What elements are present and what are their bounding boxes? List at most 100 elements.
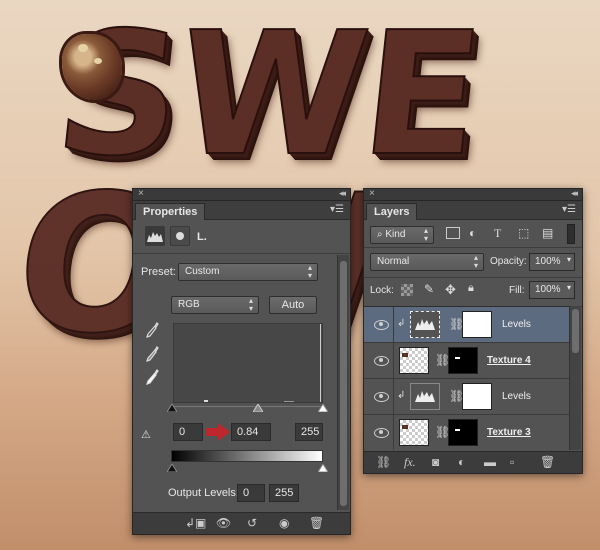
mask-thumbnail[interactable] [462, 311, 492, 338]
adjustment-layer-icon[interactable]: ◐ [458, 455, 465, 469]
histogram-bin [284, 401, 294, 402]
levels-icon[interactable] [145, 226, 165, 246]
layer-row[interactable]: ↲ ⛓︎ Levels [364, 307, 569, 343]
mask-thumbnail[interactable] [448, 419, 478, 446]
output-black-slider[interactable] [167, 464, 177, 472]
divider [393, 307, 394, 342]
collapse-icon[interactable]: ◂◂ [339, 188, 346, 199]
preset-dropdown[interactable]: Custom ▴ ▾ [178, 263, 318, 281]
properties-panel: × ◂◂ Properties ▾☰ L. Preset: Custom ▴ ▾ … [132, 188, 351, 535]
layer-thumbnail[interactable] [399, 419, 429, 446]
channel-dropdown[interactable]: RGB ▴ ▾ [171, 296, 259, 314]
new-group-icon[interactable]: ▬ [484, 455, 496, 469]
mask-thumbnail[interactable] [462, 383, 492, 410]
type-filter-icon[interactable]: T [494, 226, 501, 241]
close-icon[interactable]: × [138, 188, 144, 199]
clipping-arrow-icon: ↲ [397, 318, 406, 329]
output-black-field[interactable]: 0 [237, 484, 265, 502]
add-mask-icon[interactable]: ◙ [432, 455, 439, 469]
layer-name[interactable]: Levels [502, 391, 531, 402]
fx-icon[interactable]: fx. [404, 455, 416, 470]
clipping-arrow-icon: ↲ [397, 390, 406, 401]
properties-scrollbar[interactable] [337, 255, 349, 510]
layers-tab-row: Layers ▾☰ [364, 201, 582, 220]
chevron-down-icon[interactable]: ▾ [567, 283, 571, 292]
chevron-down-icon[interactable]: ▾ [567, 255, 571, 264]
panel-menu-icon[interactable]: ▾☰ [330, 204, 344, 215]
output-gradient [171, 450, 323, 462]
trash-icon[interactable]: 🗑︎ [309, 516, 324, 530]
layer-row[interactable]: ⛓︎ Texture 4 [364, 343, 569, 379]
input-shadow-field[interactable]: 0 [173, 423, 203, 441]
properties-title-bar[interactable]: × ◂◂ [133, 188, 350, 201]
visibility-eye-icon[interactable] [374, 390, 389, 402]
visibility-eye-icon[interactable] [374, 318, 389, 330]
tab-properties[interactable]: Properties [135, 203, 206, 220]
pixel-filter-icon[interactable] [446, 227, 460, 239]
white-point-eyedropper-icon[interactable] [145, 369, 159, 385]
gray-point-eyedropper-icon[interactable] [145, 346, 159, 362]
new-layer-icon[interactable]: ▫ [510, 455, 514, 469]
filter-kind-dropdown[interactable]: ⌕ Kind ▴ ▾ [370, 226, 434, 244]
filter-toggle[interactable] [567, 224, 575, 244]
clip-to-layer-icon[interactable]: ↲▣ [185, 516, 206, 530]
lock-position-icon[interactable]: ✥ [445, 282, 456, 298]
input-black-slider[interactable] [167, 404, 177, 412]
output-white-slider[interactable] [318, 464, 328, 472]
properties-footer: ↲▣ 👁︎ ↺ ◉ 🗑︎ [133, 512, 350, 534]
collapse-icon[interactable]: ◂◂ [571, 188, 578, 199]
opacity-label: Opacity: [490, 256, 527, 267]
layer-thumbnail[interactable] [399, 347, 429, 374]
layer-row[interactable]: ⛓︎ Texture 3 [364, 415, 569, 450]
adjustment-thumbnail[interactable] [410, 311, 440, 338]
adjustment-filter-icon[interactable]: ◐ [469, 226, 476, 240]
scroll-thumb[interactable] [572, 309, 579, 353]
blend-mode-dropdown[interactable]: Normal ▴ ▾ [370, 253, 484, 271]
delete-layer-icon[interactable]: 🗑︎ [540, 455, 555, 469]
smart-object-filter-icon[interactable]: ▤ [542, 226, 553, 240]
visibility-icon[interactable]: ◉ [279, 516, 289, 530]
adjustment-name: L. [197, 231, 207, 243]
blend-mode-value: Normal [377, 256, 410, 267]
opacity-field[interactable]: 100% ▾ [529, 253, 575, 271]
divider [393, 379, 394, 414]
visibility-eye-icon[interactable] [374, 426, 389, 438]
visibility-eye-icon[interactable] [374, 354, 389, 366]
tab-layers[interactable]: Layers [366, 203, 418, 220]
input-white-slider[interactable] [318, 404, 328, 412]
reset-icon[interactable]: ↺ [247, 516, 257, 530]
divider [393, 343, 394, 378]
input-midtone-field[interactable]: 0.84 [231, 423, 271, 441]
layer-name[interactable]: Texture 4 [487, 355, 531, 366]
input-gray-slider[interactable] [253, 404, 263, 412]
black-point-eyedropper-icon[interactable] [145, 322, 159, 338]
adjustment-thumbnail[interactable] [410, 383, 440, 410]
scroll-thumb[interactable] [340, 261, 347, 506]
dropdown-arrow-icon: ▴ ▾ [473, 253, 478, 270]
link-layers-icon[interactable]: ⛓︎ [376, 455, 391, 469]
fill-field[interactable]: 100% ▾ [529, 281, 575, 299]
divider [393, 415, 394, 450]
output-white-field[interactable]: 255 [269, 484, 299, 502]
preset-label: Preset: [141, 266, 176, 278]
mask-thumbnail[interactable] [448, 347, 478, 374]
lock-transparent-icon[interactable] [401, 284, 413, 296]
layer-name[interactable]: Texture 3 [487, 427, 531, 438]
histogram-bin [204, 400, 208, 402]
mask-icon[interactable] [170, 226, 190, 246]
close-icon[interactable]: × [369, 188, 375, 199]
clipping-warning-icon[interactable]: ⚠ [141, 428, 151, 441]
layer-name[interactable]: Levels [502, 319, 531, 330]
lock-all-icon[interactable]: 🔒︎ [468, 282, 474, 295]
input-highlight-field[interactable]: 255 [295, 423, 323, 441]
layer-row[interactable]: ↲ ⛓︎ Levels [364, 379, 569, 415]
layers-scrollbar[interactable] [569, 306, 581, 450]
view-previous-icon[interactable]: 👁︎ [216, 516, 231, 530]
shape-filter-icon[interactable]: ⬚ [518, 226, 529, 240]
auto-button[interactable]: Auto [269, 296, 317, 314]
lock-pixels-icon[interactable]: ✎ [424, 282, 434, 296]
output-levels-label: Output Levels: [168, 487, 239, 499]
layers-footer: ⛓︎ fx. ◙ ◐ ▬ ▫ 🗑︎ [364, 451, 582, 473]
layers-title-bar[interactable]: × ◂◂ [364, 188, 582, 201]
panel-menu-icon[interactable]: ▾☰ [562, 204, 576, 215]
